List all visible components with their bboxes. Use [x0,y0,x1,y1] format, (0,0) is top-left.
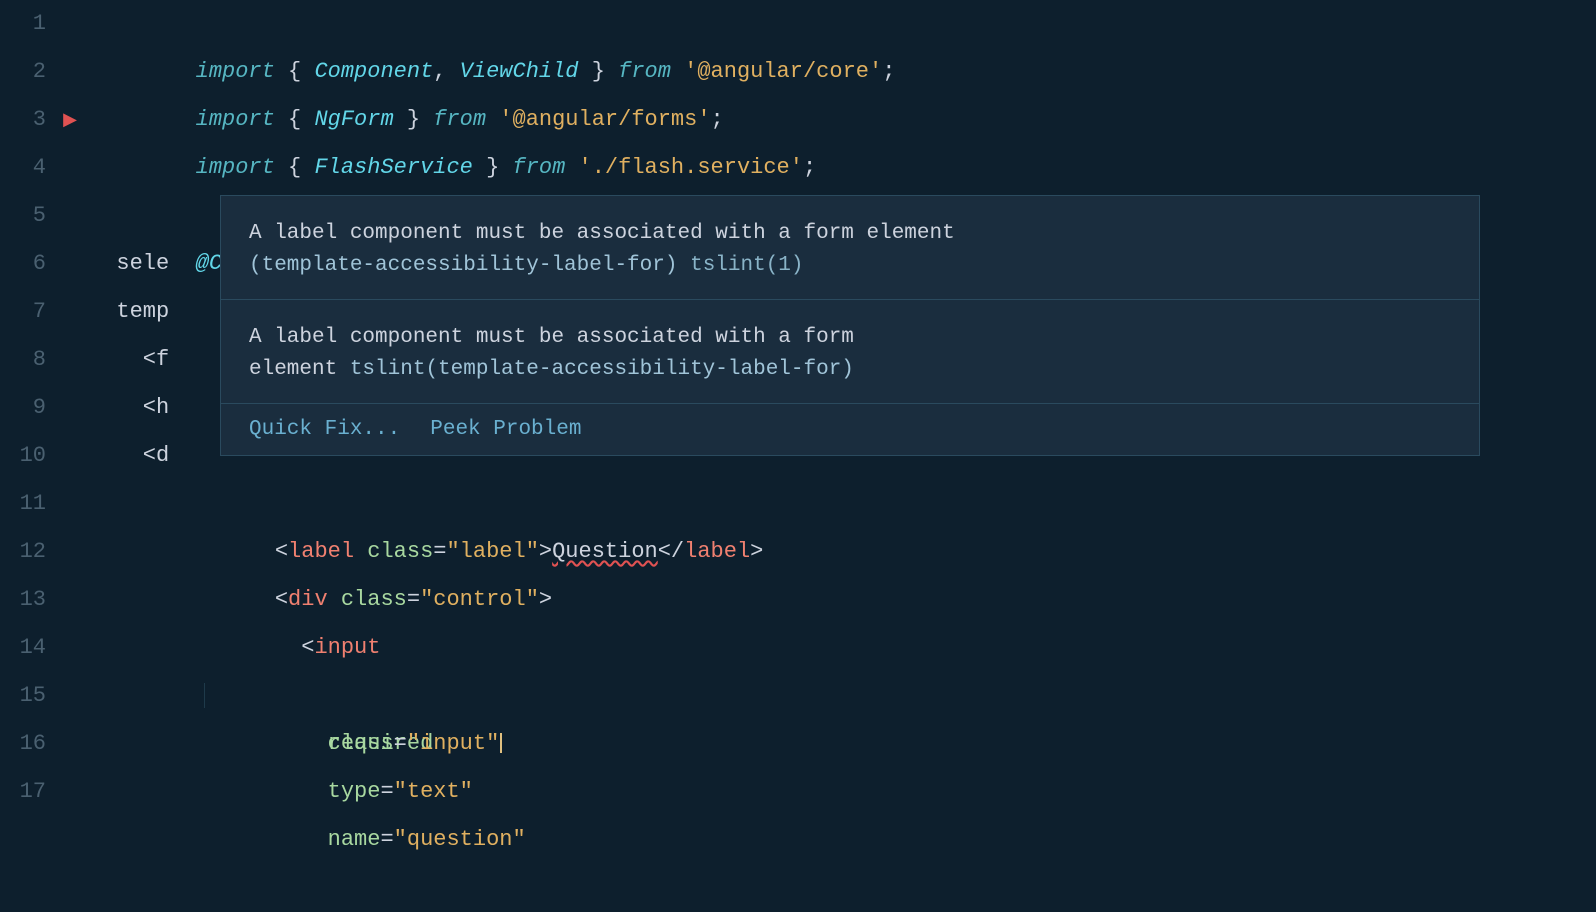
code-line-2: 2 import { NgForm } from '@angular/forms… [0,48,1596,96]
line-number-9: 9 [0,395,60,420]
quick-fix-button[interactable]: Quick Fix... [249,418,400,441]
line-gutter-3: ▶ [60,109,80,131]
line-number-11: 11 [0,491,60,516]
attr-name: name [328,827,381,852]
line-content-9: <h [80,384,169,432]
line-number-1: 1 [0,11,60,36]
code-line-15: 15 class="input" [0,672,1596,720]
line-number-17: 17 [0,779,60,804]
line-content-7: temp [80,288,169,336]
code-line-3: 3 ▶ import { FlashService } from './flas… [0,96,1596,144]
tooltip-section-1: A label component must be associated wit… [221,196,1479,300]
code-line-13: 13 <input [0,576,1596,624]
code-line-11: 11 <label class="label">Question</label> [0,480,1596,528]
line-content-17: name="question" [80,768,526,912]
line-number-16: 16 [0,731,60,756]
tooltip-popup: A label component must be associated wit… [220,195,1480,456]
editor-container: 1 import { Component, ViewChild } from '… [0,0,1596,864]
code-line-14: 14 required [0,624,1596,672]
tooltip-main-text-1: A label component must be associated wit… [249,222,955,245]
line-content-6: sele [80,240,169,288]
tooltip-code-2: tslint(template-accessibility-label-for) [350,358,854,381]
tooltip-text-2: A label component must be associated wit… [249,322,1451,385]
line-content-8: <f [80,336,169,384]
line-number-4: 4 [0,155,60,180]
line-number-14: 14 [0,635,60,660]
code-line-16: 16 type="text" [0,720,1596,768]
line-number-3: 3 [0,107,60,132]
tooltip-section-2: A label component must be associated wit… [221,300,1479,404]
line-number-12: 12 [0,539,60,564]
tooltip-text-1: A label component must be associated wit… [249,218,1451,281]
code-line-1: 1 import { Component, ViewChild } from '… [0,0,1596,48]
line-content-10: <d [80,432,169,480]
line-number-13: 13 [0,587,60,612]
line-number-7: 7 [0,299,60,324]
tooltip-lint-1: tslint(1) [690,254,803,277]
code-line-4: 4 [0,144,1596,192]
line-number-15: 15 [0,683,60,708]
line-number-6: 6 [0,251,60,276]
code-line-12: 12 <div class="control"> [0,528,1596,576]
tooltip-code-1: (template-accessibility-label-for) [249,254,677,277]
debug-arrow: ▶ [63,109,77,131]
peek-problem-button[interactable]: Peek Problem [430,418,581,441]
tooltip-main-text-2b: element [249,358,337,381]
line-number-2: 2 [0,59,60,84]
line-number-5: 5 [0,203,60,228]
code-line-17: 17 name="question" [0,768,1596,816]
attr-val-question: "question" [394,827,526,852]
line-number-10: 10 [0,443,60,468]
line-content-4 [80,144,103,192]
line-number-8: 8 [0,347,60,372]
tooltip-main-text-2a: A label component must be associated wit… [249,326,854,349]
tooltip-actions: Quick Fix... Peek Problem [221,404,1479,455]
